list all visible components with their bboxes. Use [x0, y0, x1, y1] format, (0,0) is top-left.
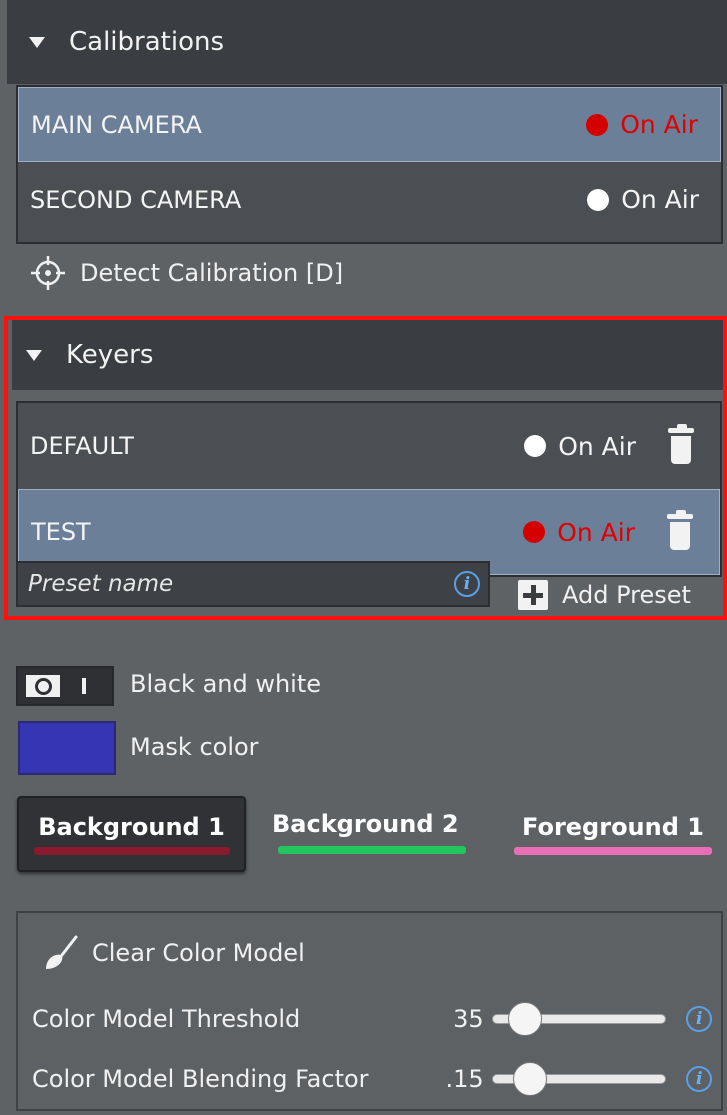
keyers-header[interactable]: Keyers: [12, 320, 723, 390]
threshold-label: Color Model Threshold: [32, 1005, 301, 1033]
calibration-name: MAIN CAMERA: [31, 110, 202, 139]
on-air-label: On Air: [621, 185, 699, 214]
black-white-label: Black and white: [130, 670, 322, 698]
tab-color-bar: [33, 847, 230, 855]
threshold-slider[interactable]: [491, 1002, 667, 1036]
tab-label: Foreground 1: [522, 813, 704, 841]
toggle-bar-icon: [82, 678, 86, 694]
tab-label: Background 1: [38, 813, 225, 841]
keyers-list: DEFAULT On Air TEST On Air: [16, 401, 722, 577]
threshold-value: 35: [453, 1005, 484, 1033]
on-air-label: On Air: [557, 517, 635, 547]
threshold-row: Color Model Threshold 35 i: [32, 1002, 712, 1036]
blending-slider[interactable]: [491, 1062, 667, 1096]
info-icon[interactable]: i: [686, 1006, 712, 1032]
clear-color-model-button[interactable]: Clear Color Model: [40, 933, 305, 973]
status-dot-icon: [587, 188, 610, 211]
calibration-row-main-camera[interactable]: MAIN CAMERA On Air: [18, 87, 721, 162]
on-air-indicator[interactable]: On Air: [586, 110, 698, 139]
calibration-row-second-camera[interactable]: SECOND CAMERA On Air: [18, 162, 721, 237]
calibrations-header[interactable]: Calibrations: [7, 0, 727, 84]
add-preset-label: Add Preset: [562, 581, 691, 609]
tab-background-1[interactable]: Background 1: [17, 796, 246, 872]
info-icon[interactable]: i: [686, 1066, 712, 1092]
preset-name-input[interactable]: [18, 570, 454, 598]
color-model-panel: Clear Color Model Color Model Threshold …: [16, 911, 723, 1111]
on-air-indicator[interactable]: On Air: [523, 518, 635, 547]
trash-icon[interactable]: [667, 510, 693, 550]
tab-foreground-1[interactable]: Foreground 1: [508, 796, 718, 872]
status-dot-icon: [524, 435, 547, 457]
camera-icon: [26, 675, 60, 697]
status-dot-icon: [586, 113, 609, 136]
on-air-label: On Air: [558, 431, 636, 461]
on-air-indicator[interactable]: On Air: [524, 432, 636, 461]
trash-icon[interactable]: [668, 424, 694, 464]
mask-color-swatch[interactable]: [18, 721, 116, 775]
tab-color-bar: [278, 846, 466, 854]
blending-row: Color Model Blending Factor .15 i: [32, 1062, 712, 1096]
tab-background-2[interactable]: Background 2: [272, 796, 472, 872]
mask-color-label: Mask color: [130, 733, 259, 761]
brush-icon: [46, 935, 78, 969]
slider-thumb[interactable]: [507, 1002, 542, 1036]
tab-label: Background 2: [272, 810, 459, 838]
calibration-name: SECOND CAMERA: [30, 185, 242, 214]
black-white-toggle[interactable]: [16, 666, 114, 706]
crosshair-icon: [31, 256, 65, 290]
blending-label: Color Model Blending Factor: [32, 1065, 369, 1093]
clear-color-model-label: Clear Color Model: [92, 939, 305, 967]
slider-thumb[interactable]: [513, 1062, 548, 1096]
on-air-indicator[interactable]: On Air: [587, 185, 699, 214]
on-air-label: On Air: [620, 110, 698, 139]
keyer-name: TEST: [31, 518, 91, 546]
keyer-name: DEFAULT: [30, 432, 134, 460]
plus-icon: [518, 580, 548, 610]
detect-calibration-button[interactable]: Detect Calibration [D]: [30, 255, 343, 291]
info-icon[interactable]: i: [454, 571, 480, 597]
blending-value: .15: [445, 1065, 484, 1093]
collapse-triangle-icon: [26, 349, 42, 361]
detect-calibration-label: Detect Calibration [D]: [80, 259, 344, 287]
add-preset-button[interactable]: Add Preset: [518, 580, 691, 610]
calibrations-title: Calibrations: [69, 27, 225, 57]
preset-name-field[interactable]: i: [16, 561, 490, 607]
collapse-triangle-icon: [29, 36, 45, 48]
keyers-title: Keyers: [66, 340, 154, 370]
status-dot-icon: [523, 521, 546, 543]
keyer-row-default[interactable]: DEFAULT On Air: [18, 403, 720, 489]
tab-color-bar: [514, 847, 712, 855]
calibrations-list: MAIN CAMERA On Air SECOND CAMERA On Air: [16, 85, 723, 244]
